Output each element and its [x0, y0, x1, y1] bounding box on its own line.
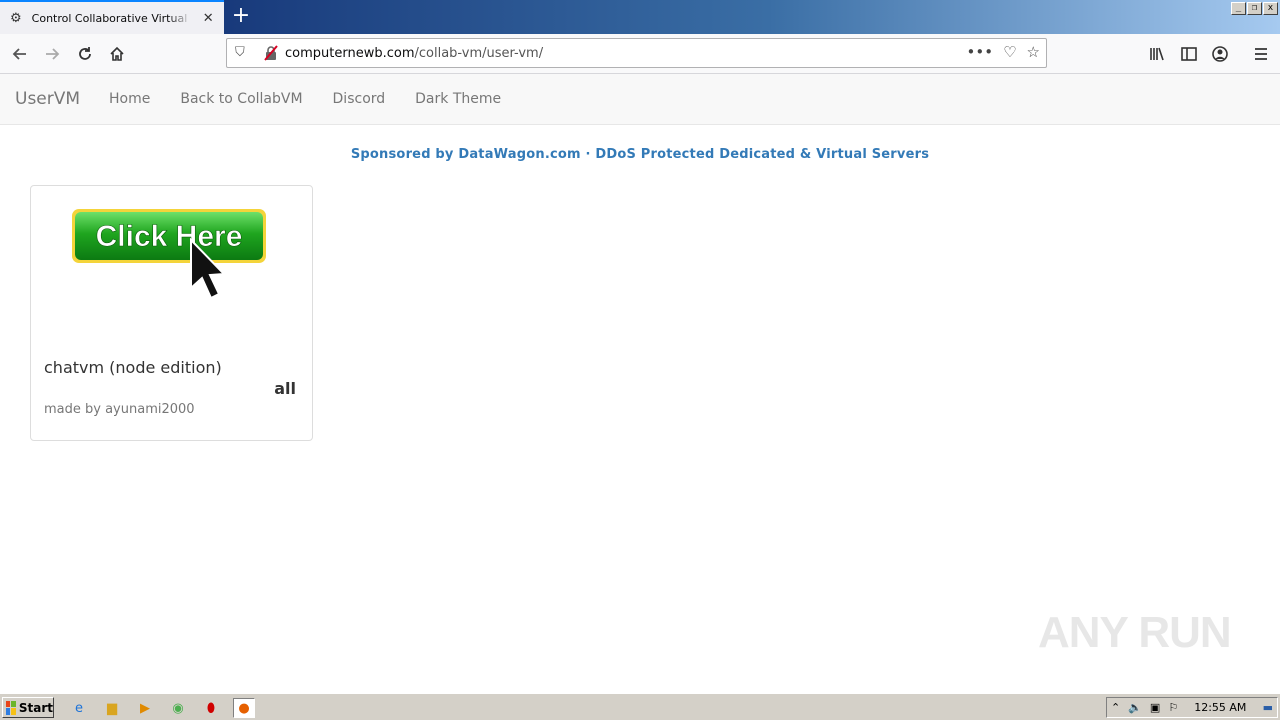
bookmark-star-icon[interactable]: ☆: [1027, 43, 1040, 61]
sponsor-link[interactable]: Sponsored by DataWagon.com · DDoS Protec…: [0, 147, 1280, 162]
url-host: computernewb.com: [285, 46, 415, 61]
restore-button[interactable]: ❐: [1247, 2, 1262, 15]
volume-icon[interactable]: 🔈: [1128, 701, 1142, 714]
home-icon: [110, 46, 124, 61]
tray-expand-icon[interactable]: ⌃: [1111, 701, 1120, 714]
tab-title: Control Collaborative Virtual Machines: [31, 11, 193, 25]
start-button[interactable]: Start: [2, 697, 54, 718]
network-icon[interactable]: ▣: [1150, 701, 1160, 714]
sidebar-icon: [1181, 47, 1197, 61]
sidebar-button[interactable]: [1175, 40, 1203, 68]
opera-icon[interactable]: ⬮: [200, 698, 222, 718]
vm-thumbnail[interactable]: Click Here: [71, 208, 267, 324]
media-player-icon[interactable]: ▶: [134, 698, 156, 718]
show-desktop-icon[interactable]: ▬: [1263, 701, 1273, 714]
windows-logo-icon: [6, 700, 16, 715]
collabvm-favicon-icon: ⚙: [10, 10, 22, 26]
account-icon: [1212, 46, 1228, 62]
url-path: /collab-vm/user-vm/: [414, 46, 544, 61]
back-button[interactable]: [6, 40, 34, 68]
browser-tab[interactable]: ⚙ Control Collaborative Virtual Machines…: [0, 0, 224, 34]
vm-name: chatvm (node edition): [44, 358, 222, 377]
page-actions-icon[interactable]: •••: [967, 43, 994, 61]
browser-toolbar: ⛉ computernewb.com/collab-vm/user-vm/ ••…: [0, 34, 1280, 74]
hamburger-menu-icon: [1255, 48, 1267, 60]
anyrun-watermark: ANY RUN: [1038, 608, 1232, 657]
nav-home-link[interactable]: Home: [109, 91, 150, 107]
url-text[interactable]: computernewb.com/collab-vm/user-vm/: [285, 46, 543, 61]
start-label: Start: [18, 700, 53, 715]
pocket-icon[interactable]: ♡: [1003, 43, 1016, 61]
library-button[interactable]: [1143, 40, 1171, 68]
menu-button[interactable]: [1247, 40, 1275, 68]
site-navbar: UserVM Home Back to CollabVM Discord Dar…: [0, 74, 1280, 125]
thumbnail-text: Click Here: [96, 220, 243, 253]
nav-discord-link[interactable]: Discord: [333, 91, 386, 107]
new-tab-button[interactable]: +: [228, 4, 254, 30]
library-icon: [1150, 47, 1164, 61]
vm-author: made by ayunami2000: [44, 402, 195, 417]
system-tray: ⌃ 🔈 ▣ ⚐ 12:55 AM ▬: [1106, 697, 1278, 718]
minimize-button[interactable]: _: [1231, 2, 1246, 15]
reload-icon: [79, 47, 91, 60]
explorer-folder-icon[interactable]: ▆: [101, 698, 123, 718]
reload-button[interactable]: [71, 40, 99, 68]
quick-launch: e ▆ ▶ ◉ ⬮ ●: [68, 698, 255, 718]
os-taskbar: Start e ▆ ▶ ◉ ⬮ ● ⌃ 🔈 ▣ ⚐ 12:55 AM ▬: [0, 693, 1280, 720]
browser-tab-strip: ⚙ Control Collaborative Virtual Machines…: [0, 0, 1280, 34]
vm-tag: all: [274, 379, 296, 398]
nav-dark-theme-link[interactable]: Dark Theme: [415, 91, 501, 107]
close-window-button[interactable]: x: [1263, 2, 1278, 15]
firefox-icon[interactable]: ●: [233, 698, 255, 718]
action-center-flag-icon[interactable]: ⚐: [1168, 701, 1178, 714]
insecure-lock-icon[interactable]: [263, 45, 279, 61]
account-button[interactable]: [1206, 40, 1234, 68]
close-tab-icon[interactable]: ✕: [200, 11, 216, 26]
vm-card[interactable]: Click Here chatvm (node edition) all mad…: [30, 185, 313, 441]
clock[interactable]: 12:55 AM: [1194, 701, 1246, 714]
address-bar[interactable]: ⛉ computernewb.com/collab-vm/user-vm/ ••…: [226, 38, 1047, 68]
brand-link[interactable]: UserVM: [15, 89, 80, 109]
forward-button[interactable]: [38, 40, 66, 68]
forward-arrow-icon: [46, 48, 60, 60]
home-button[interactable]: [103, 40, 131, 68]
tracking-shield-icon[interactable]: ⛉: [235, 45, 245, 60]
chrome-icon[interactable]: ◉: [167, 698, 189, 718]
site-nav-links: Home Back to CollabVM Discord Dark Theme: [109, 91, 501, 107]
window-controls: _ ❐ x: [1231, 2, 1278, 15]
ie-icon[interactable]: e: [68, 698, 90, 718]
nav-collabvm-link[interactable]: Back to CollabVM: [180, 91, 302, 107]
back-arrow-icon: [12, 48, 26, 60]
